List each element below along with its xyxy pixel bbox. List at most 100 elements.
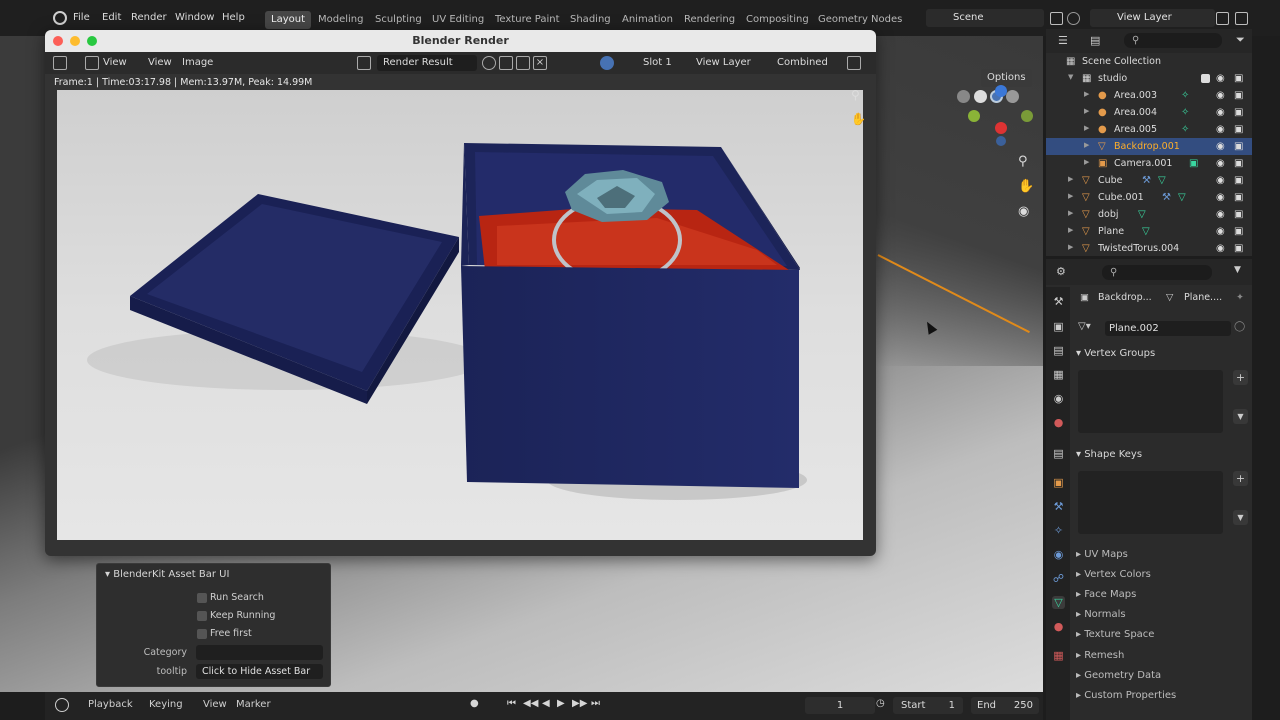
blender-logo-icon[interactable] <box>53 11 67 25</box>
playback-menu[interactable]: Playback <box>88 699 133 710</box>
image-menu[interactable]: Image <box>182 57 213 68</box>
tab-texture-paint[interactable]: Texture Paint <box>489 11 566 29</box>
view-menu-dropdown[interactable]: View <box>103 57 127 68</box>
outliner-row-dobj[interactable]: ▶ ▽ dobj ▽ ◉ ▣ <box>1046 206 1252 223</box>
marker-menu[interactable]: Marker <box>236 699 271 710</box>
render-image[interactable] <box>57 90 863 540</box>
render-camera-icon[interactable]: ▣ <box>1234 226 1243 237</box>
render-camera-icon[interactable]: ▣ <box>1234 90 1243 101</box>
display-channels-icon[interactable] <box>600 56 614 70</box>
render-zoom-icon[interactable]: ⚲ <box>851 88 860 102</box>
camera-view-icon[interactable]: ◉ <box>1018 204 1029 219</box>
visibility-eye-icon[interactable]: ◉ <box>1216 90 1225 101</box>
normals-panel[interactable]: ▸ Normals <box>1076 609 1126 620</box>
keep-running-checkbox[interactable] <box>197 611 207 621</box>
visibility-eye-icon[interactable]: ◉ <box>1216 192 1225 203</box>
add-vertex-group-button[interactable]: + <box>1233 370 1248 385</box>
object-tab-icon[interactable]: ▣ <box>1052 476 1065 489</box>
tab-shading[interactable]: Shading <box>564 11 617 29</box>
render-camera-icon[interactable]: ▣ <box>1234 209 1243 220</box>
visibility-eye-icon[interactable]: ◉ <box>1216 107 1225 118</box>
start-frame-field[interactable]: Start 1 <box>893 697 963 714</box>
maximize-window-button[interactable] <box>87 36 97 46</box>
keying-menu[interactable]: Keying <box>149 699 183 710</box>
add-shape-key-button[interactable]: + <box>1233 471 1248 486</box>
outliner-row-camera-001[interactable]: ▶ ▣ Camera.001 ▣ ◉ ▣ <box>1046 155 1252 172</box>
wireframe-shading-icon[interactable] <box>957 90 970 103</box>
outliner-row-area-004[interactable]: ▶ ● Area.004 ✧ ◉ ▣ <box>1046 104 1252 121</box>
vertex-groups-list[interactable] <box>1078 370 1223 433</box>
remove-view-layer-icon[interactable] <box>1235 12 1248 25</box>
tab-uv-editing[interactable]: UV Editing <box>426 11 490 29</box>
properties-editor-icon[interactable]: ⚙ <box>1056 265 1066 278</box>
expand-arrow-icon[interactable]: ▶ <box>1068 243 1073 251</box>
view-menu[interactable]: View <box>148 57 172 68</box>
gizmo-y-axis[interactable] <box>968 110 980 122</box>
collection-tab-icon[interactable]: ▤ <box>1052 447 1065 460</box>
properties-options-icon[interactable]: ▼ <box>1234 265 1241 275</box>
visibility-eye-icon[interactable]: ◉ <box>1216 226 1225 237</box>
expand-arrow-icon[interactable]: ▶ <box>1068 192 1073 200</box>
menu-edit[interactable]: Edit <box>102 12 121 23</box>
expand-arrow-icon[interactable]: ▶ <box>1068 226 1073 234</box>
gizmo-neg-z-axis[interactable] <box>996 136 1006 146</box>
expand-arrow-icon[interactable]: ▶ <box>1068 209 1073 217</box>
jump-end-icon[interactable]: ⏭ <box>591 698 600 709</box>
zoom-icon[interactable]: ⚲ <box>1018 154 1028 169</box>
tooltip-field[interactable]: Click to Hide Asset Bar <box>196 664 323 679</box>
render-camera-icon[interactable]: ▣ <box>1234 192 1243 203</box>
menu-render[interactable]: Render <box>131 12 167 23</box>
outliner-search-input[interactable]: ⚲ <box>1124 33 1222 48</box>
image-browse-icon[interactable] <box>357 56 371 70</box>
expand-arrow-icon[interactable]: ▶ <box>1068 175 1073 183</box>
blenderkit-panel-title[interactable]: ▾ BlenderKit Asset Bar UI <box>105 569 229 580</box>
fake-user-icon[interactable] <box>482 56 496 70</box>
render-camera-icon[interactable]: ▣ <box>1234 243 1243 254</box>
mesh-browse-icon[interactable]: ▽▾ <box>1078 321 1091 332</box>
fake-user-shield-icon[interactable]: ◯ <box>1234 321 1245 332</box>
gizmo-neg-y-axis[interactable] <box>1021 110 1033 122</box>
mesh-data-tab-icon[interactable]: ▽ <box>1052 596 1065 609</box>
new-image-icon[interactable] <box>499 56 513 70</box>
display-mode-icon[interactable]: ▤ <box>1090 34 1100 47</box>
remesh-panel[interactable]: ▸ Remesh <box>1076 650 1124 661</box>
render-tab-icon[interactable]: ▣ <box>1052 320 1065 333</box>
mesh-crumb[interactable]: Plane.... <box>1184 292 1222 303</box>
render-camera-icon[interactable]: ▣ <box>1234 124 1243 135</box>
visibility-eye-icon[interactable]: ◉ <box>1216 141 1225 152</box>
delete-scene-icon[interactable] <box>1067 12 1080 25</box>
output-tab-icon[interactable]: ▤ <box>1052 344 1065 357</box>
custom-properties-panel[interactable]: ▸ Custom Properties <box>1076 690 1176 701</box>
particles-tab-icon[interactable]: ✧ <box>1052 524 1065 537</box>
new-scene-icon[interactable] <box>1050 12 1063 25</box>
end-frame-field[interactable]: End 250 <box>971 697 1039 714</box>
world-tab-icon[interactable]: ● <box>1052 416 1065 429</box>
minimize-window-button[interactable] <box>70 36 80 46</box>
shape-keys-header[interactable]: ▾ Shape Keys <box>1076 449 1142 460</box>
vertex-colors-panel[interactable]: ▸ Vertex Colors <box>1076 569 1151 580</box>
geometry-data-panel[interactable]: ▸ Geometry Data <box>1076 670 1161 681</box>
include-checkbox[interactable] <box>1201 74 1210 83</box>
close-window-button[interactable] <box>53 36 63 46</box>
outliner-editor-icon[interactable]: ☰ <box>1058 34 1068 47</box>
vertex-group-menu-button[interactable]: ▼ <box>1233 409 1248 424</box>
scene-collection-row[interactable]: ▦ Scene Collection <box>1046 53 1252 70</box>
outliner-row-area-005[interactable]: ▶ ● Area.005 ✧ ◉ ▣ <box>1046 121 1252 138</box>
view-layer-tab-icon[interactable]: ▦ <box>1052 368 1065 381</box>
scene-tab-icon[interactable]: ◉ <box>1052 392 1065 405</box>
shape-key-menu-button[interactable]: ▼ <box>1233 510 1248 525</box>
vertex-groups-header[interactable]: ▾ Vertex Groups <box>1076 348 1155 359</box>
view-layer-selector[interactable]: View Layer <box>1090 9 1215 27</box>
object-crumb[interactable]: Backdrop... <box>1098 292 1152 303</box>
solid-shading-icon[interactable] <box>974 90 987 103</box>
outliner-row-plane[interactable]: ▶ ▽ Plane ▽ ◉ ▣ <box>1046 223 1252 240</box>
view-menu-timeline[interactable]: View <box>203 699 227 710</box>
timeline-editor-icon[interactable] <box>55 698 69 712</box>
modifiers-tab-icon[interactable]: ⚒ <box>1052 500 1065 513</box>
category-field[interactable] <box>196 645 323 660</box>
gizmo-x-axis[interactable] <box>995 122 1007 134</box>
tab-sculpting[interactable]: Sculpting <box>369 11 428 29</box>
tool-tab-icon[interactable]: ⚒ <box>1052 295 1065 308</box>
slot-selector[interactable]: Slot 1 <box>643 57 672 68</box>
jump-start-icon[interactable]: ⏮ <box>507 698 516 709</box>
